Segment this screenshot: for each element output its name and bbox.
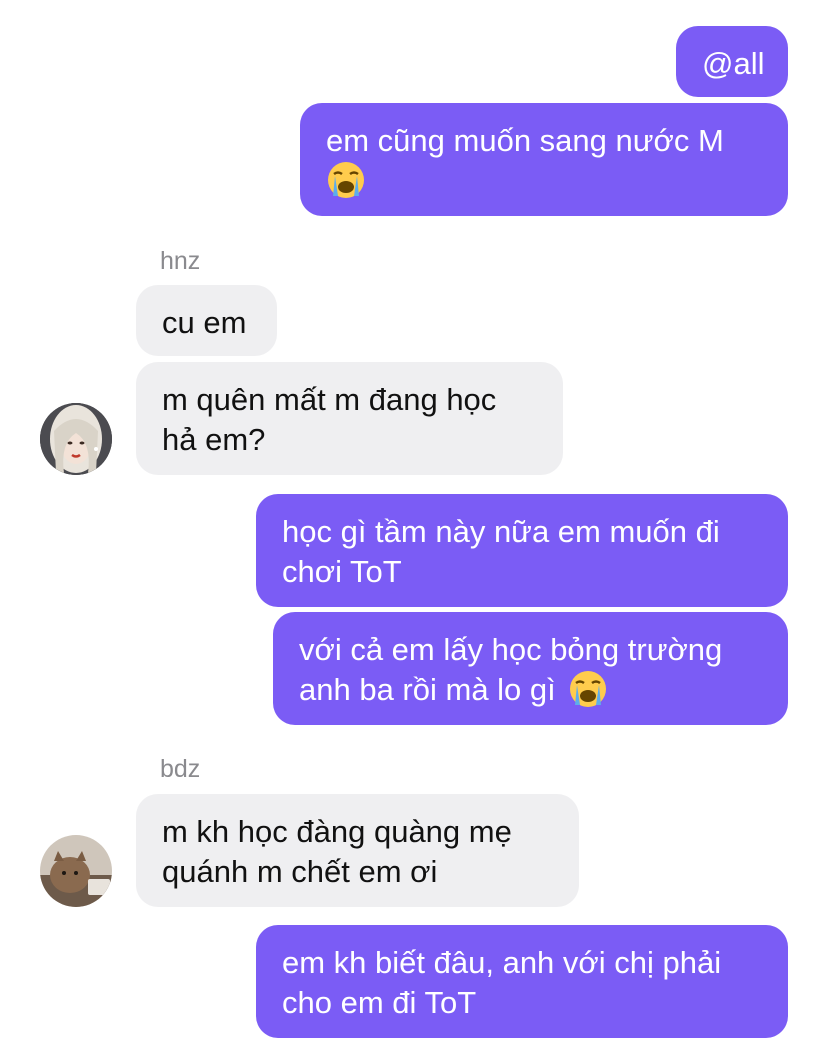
message-text: anh ba rồi mà lo gì: [299, 672, 556, 707]
message-text: quánh m chết em ơi: [162, 854, 438, 889]
message-text: chơi ToT: [282, 554, 402, 589]
message-bubble-incoming[interactable]: m kh học đàng quàng mẹ quánh m chết em ơ…: [136, 794, 579, 907]
loudly-crying-face-icon: [570, 670, 607, 707]
sender-name: bdz: [160, 755, 201, 783]
avatar[interactable]: [40, 403, 112, 475]
message-text: m quên mất m đang học: [162, 382, 497, 417]
avatar-photo-icon: [40, 403, 112, 475]
message-text: em cũng muốn sang nước M: [326, 123, 724, 158]
message-bubble-incoming[interactable]: cu em: [136, 285, 277, 356]
message-bubble-outgoing[interactable]: em kh biết đâu, anh với chị phải cho em …: [256, 925, 788, 1038]
loudly-crying-face-icon: [328, 161, 364, 198]
message-text: học gì tầm này nữa em muốn đi: [282, 514, 720, 549]
message-bubble-outgoing[interactable]: em cũng muốn sang nước M: [300, 103, 788, 216]
chat-thread: @all em cũng muốn sang nước M hnz cu em …: [0, 0, 828, 1057]
message-line: [326, 161, 762, 203]
message-text: m kh học đàng quàng mẹ: [162, 814, 512, 849]
sender-name: hnz: [160, 247, 201, 275]
avatar-photo-icon: [40, 835, 112, 907]
message-text: cu em: [162, 305, 247, 340]
message-bubble-outgoing[interactable]: @all: [676, 26, 788, 97]
message-bubble-outgoing[interactable]: học gì tầm này nữa em muốn đi chơi ToT: [256, 494, 788, 607]
message-bubble-incoming[interactable]: m quên mất m đang học hả em?: [136, 362, 563, 475]
message-text: hả em?: [162, 422, 266, 457]
message-text: với cả em lấy học bỏng trường: [299, 632, 723, 667]
message-text: em kh biết đâu, anh với chị phải: [282, 945, 722, 980]
message-bubble-outgoing[interactable]: với cả em lấy học bỏng trường anh ba rồi…: [273, 612, 788, 725]
avatar[interactable]: [40, 835, 112, 907]
message-text: @all: [702, 46, 765, 81]
message-line: anh ba rồi mà lo gì: [299, 670, 762, 712]
message-text: cho em đi ToT: [282, 985, 477, 1020]
